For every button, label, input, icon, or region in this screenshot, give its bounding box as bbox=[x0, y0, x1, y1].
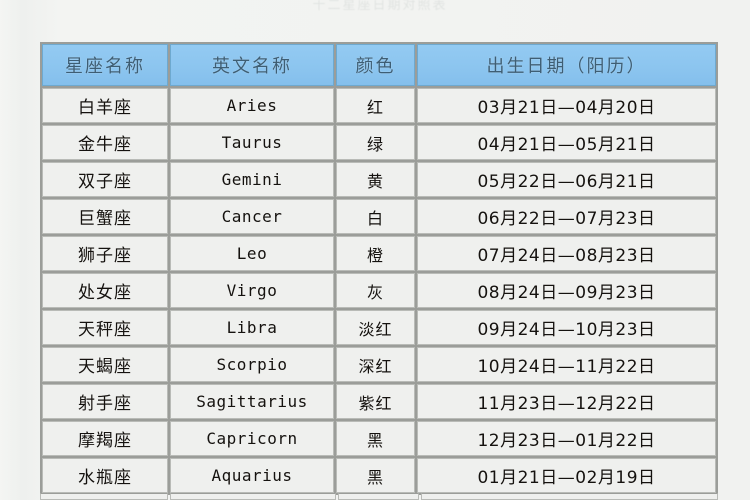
cell-date: 09月24日—10月23日 bbox=[417, 310, 716, 345]
clipped-cell-color bbox=[338, 493, 419, 500]
table-row: 摩羯座 Capricorn 黑 12月23日—01月22日 bbox=[42, 421, 716, 456]
zodiac-table: 星座名称 英文名称 颜色 出生日期（阳历） 白羊座 Aries 红 03月21日—04… bbox=[40, 42, 718, 495]
cell-date: 08月24日—09月23日 bbox=[417, 273, 716, 308]
cell-color: 黑 bbox=[336, 421, 415, 456]
cell-color: 紫红 bbox=[336, 384, 415, 419]
table-row: 巨蟹座 Cancer 白 06月22日—07月23日 bbox=[42, 199, 716, 234]
cell-cn: 双子座 bbox=[42, 162, 168, 197]
cell-date: 06月22日—07月23日 bbox=[417, 199, 716, 234]
table-row: 天秤座 Libra 淡红 09月24日—10月23日 bbox=[42, 310, 716, 345]
cell-en: Aries bbox=[170, 88, 334, 123]
table-row: 金牛座 Taurus 绿 04月21日—05月21日 bbox=[42, 125, 716, 160]
cell-en: Virgo bbox=[170, 273, 334, 308]
cell-en: Cancer bbox=[170, 199, 334, 234]
cell-date: 05月22日—06月21日 bbox=[417, 162, 716, 197]
clipped-cell-chinese-name bbox=[40, 493, 168, 500]
cell-cn: 水瓶座 bbox=[42, 458, 168, 493]
cell-cn: 天蝎座 bbox=[42, 347, 168, 382]
cell-cn: 天秤座 bbox=[42, 310, 168, 345]
cell-en: Capricorn bbox=[170, 421, 334, 456]
cell-en: Taurus bbox=[170, 125, 334, 160]
column-header-english-name: 英文名称 bbox=[170, 44, 334, 86]
cell-color: 白 bbox=[336, 199, 415, 234]
column-header-color: 颜色 bbox=[336, 44, 415, 86]
cell-cn: 摩羯座 bbox=[42, 421, 168, 456]
cell-color: 深红 bbox=[336, 347, 415, 382]
column-header-birth-date: 出生日期（阳历） bbox=[417, 44, 716, 86]
clipped-cell-english-name bbox=[170, 493, 336, 500]
table-row: 狮子座 Leo 橙 07月24日—08月23日 bbox=[42, 236, 716, 271]
table-header: 星座名称 英文名称 颜色 出生日期（阳历） bbox=[42, 44, 716, 86]
cell-en: Gemini bbox=[170, 162, 334, 197]
header-row: 星座名称 英文名称 颜色 出生日期（阳历） bbox=[42, 44, 716, 86]
cell-date: 12月23日—01月22日 bbox=[417, 421, 716, 456]
table-row: 水瓶座 Aquarius 黑 01月21日—02月19日 bbox=[42, 458, 716, 493]
clipped-title-remnant: 十二星座日期对照表 bbox=[312, 0, 448, 11]
table-row: 双子座 Gemini 黄 05月22日—06月21日 bbox=[42, 162, 716, 197]
table-row: 射手座 Sagittarius 紫红 11月23日—12月22日 bbox=[42, 384, 716, 419]
clipped-cell-birth-date bbox=[421, 493, 718, 500]
table-row: 天蝎座 Scorpio 深红 10月24日—11月22日 bbox=[42, 347, 716, 382]
cell-en: Sagittarius bbox=[170, 384, 334, 419]
cell-en: Libra bbox=[170, 310, 334, 345]
column-header-chinese-name: 星座名称 bbox=[42, 44, 168, 86]
cell-en: Scorpio bbox=[170, 347, 334, 382]
cell-date: 11月23日—12月22日 bbox=[417, 384, 716, 419]
table-body: 白羊座 Aries 红 03月21日—04月20日 金牛座 Taurus 绿 04月21日—0… bbox=[42, 88, 716, 493]
cell-date: 03月21日—04月20日 bbox=[417, 88, 716, 123]
table-row: 白羊座 Aries 红 03月21日—04月20日 bbox=[42, 88, 716, 123]
cell-color: 红 bbox=[336, 88, 415, 123]
cell-cn: 金牛座 bbox=[42, 125, 168, 160]
cell-color: 黄 bbox=[336, 162, 415, 197]
cell-cn: 射手座 bbox=[42, 384, 168, 419]
cell-date: 10月24日—11月22日 bbox=[417, 347, 716, 382]
table-row: 处女座 Virgo 灰 08月24日—09月23日 bbox=[42, 273, 716, 308]
cell-en: Aquarius bbox=[170, 458, 334, 493]
cell-cn: 处女座 bbox=[42, 273, 168, 308]
cell-color: 灰 bbox=[336, 273, 415, 308]
cell-date: 01月21日—02月19日 bbox=[417, 458, 716, 493]
page-root: 十二星座日期对照表 星座名称 英文名称 颜色 出生日期（阳历） 白羊座 Aries… bbox=[0, 0, 750, 500]
cell-en: Leo bbox=[170, 236, 334, 271]
cell-cn: 巨蟹座 bbox=[42, 199, 168, 234]
cell-color: 黑 bbox=[336, 458, 415, 493]
clipped-bottom-row bbox=[40, 493, 718, 500]
cell-color: 橙 bbox=[336, 236, 415, 271]
cell-color: 淡红 bbox=[336, 310, 415, 345]
cell-date: 07月24日—08月23日 bbox=[417, 236, 716, 271]
zodiac-table-container: 星座名称 英文名称 颜色 出生日期（阳历） 白羊座 Aries 红 03月21日—04… bbox=[40, 42, 718, 495]
cell-cn: 狮子座 bbox=[42, 236, 168, 271]
cell-date: 04月21日—05月21日 bbox=[417, 125, 716, 160]
cell-color: 绿 bbox=[336, 125, 415, 160]
cell-cn: 白羊座 bbox=[42, 88, 168, 123]
